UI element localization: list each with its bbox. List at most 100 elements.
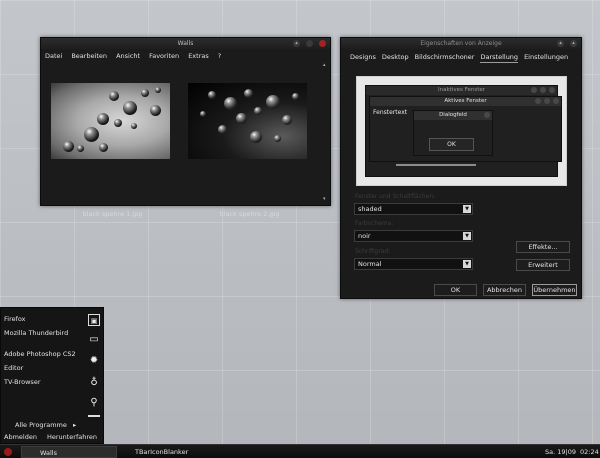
tab-designs[interactable]: Designs xyxy=(350,53,376,63)
monitor-icon[interactable]: ▭ xyxy=(88,334,100,346)
run-icon[interactable] xyxy=(88,415,100,422)
menu-favoriten[interactable]: Favoriten xyxy=(149,52,179,60)
start-item-photoshop[interactable]: Adobe Photoshop CS2 xyxy=(4,350,76,358)
preview-active-title-text: Aktives Fenster xyxy=(444,98,487,104)
close-icon[interactable]: ▴ xyxy=(570,40,577,47)
preview-controls xyxy=(484,112,490,118)
start-menu-icon-column: ▣ ▭ ✹ ♁ ⚲ xyxy=(85,311,105,424)
bubble-graphic xyxy=(63,141,74,152)
preview-divider xyxy=(396,164,476,166)
schriftgrad-select[interactable]: Normal ▼ xyxy=(354,258,473,270)
preview-window-text: Fenstertext xyxy=(373,109,408,116)
document-icon[interactable]: ▣ xyxy=(88,314,100,326)
appearance-preview: Inaktives Fenster Aktives Fenster Fenste… xyxy=(356,76,567,186)
bubble-graphic xyxy=(84,127,99,142)
props-titlebar[interactable]: Eigenschaften von Anzeige ▴ ▴ xyxy=(341,38,581,49)
file-caption[interactable]: black spehre 1.jpg xyxy=(53,210,172,218)
preview-dialog-title-text: Dialogfeld xyxy=(439,112,467,118)
start-item-tv-browser[interactable]: TV-Browser xyxy=(4,378,41,386)
chevron-down-icon[interactable]: ▼ xyxy=(463,260,471,268)
scroll-down-icon[interactable]: ▾ xyxy=(323,197,328,202)
ok-button[interactable]: OK xyxy=(434,284,477,296)
menu-extras[interactable]: Extras xyxy=(188,52,209,60)
start-button[interactable] xyxy=(4,448,12,456)
display-properties-window: Eigenschaften von Anzeige ▴ ▴ Designs De… xyxy=(340,37,582,299)
advanced-button[interactable]: Erweitert xyxy=(516,259,570,271)
tab-darstellung[interactable]: Darstellung xyxy=(480,53,519,63)
walls-window-controls: ▴ xyxy=(293,40,326,47)
tab-desktop[interactable]: Desktop xyxy=(382,53,409,63)
cancel-button[interactable]: Abbrechen xyxy=(483,284,526,296)
minimize-icon[interactable]: ▴ xyxy=(293,40,300,47)
search-icon[interactable]: ⚲ xyxy=(88,397,100,409)
apply-button[interactable]: Übernehmen xyxy=(532,284,577,296)
bubble-graphic xyxy=(77,145,84,152)
help-icon[interactable]: ▴ xyxy=(557,40,564,47)
close-icon[interactable] xyxy=(319,40,326,47)
effects-button[interactable]: Effekte... xyxy=(516,241,570,253)
preview-dialog: Dialogfeld OK xyxy=(413,110,493,156)
preview-controls xyxy=(535,98,559,104)
bubble-graphic xyxy=(208,91,216,99)
vertical-scrollbar[interactable]: ▴ ▾ xyxy=(323,63,328,202)
bubble-graphic xyxy=(282,115,292,125)
chevron-down-icon[interactable]: ▼ xyxy=(463,232,471,240)
file-thumbnail-1[interactable] xyxy=(51,83,170,159)
fenster-select[interactable]: shaded ▼ xyxy=(354,203,473,215)
maximize-icon[interactable] xyxy=(306,40,313,47)
preview-ok-button: OK xyxy=(429,138,474,151)
start-item-editor[interactable]: Editor xyxy=(4,364,23,372)
taskbar-button-walls[interactable]: Walls xyxy=(21,446,117,458)
props-window-controls: ▴ ▴ xyxy=(557,40,577,47)
menu-bearbeiten[interactable]: Bearbeiten xyxy=(71,52,107,60)
gear-icon[interactable]: ✹ xyxy=(88,355,100,367)
walls-title: Walls xyxy=(177,40,194,47)
menu-help[interactable]: ? xyxy=(218,52,221,60)
preview-inactive-title: Inaktives Fenster xyxy=(366,86,557,95)
bubble-graphic xyxy=(97,113,109,125)
scroll-up-icon[interactable]: ▴ xyxy=(323,63,328,68)
file-view: black spehre 1.jpg black spehre 2.jpg xyxy=(43,63,322,218)
preview-active-title: Aktives Fenster xyxy=(370,97,561,106)
fenster-select-value: shaded xyxy=(358,205,382,213)
farbschema-select[interactable]: noir ▼ xyxy=(354,230,473,242)
bubble-graphic xyxy=(109,91,119,101)
bubble-graphic xyxy=(141,89,149,97)
bubble-graphic xyxy=(254,107,262,115)
bubble-graphic xyxy=(150,105,161,116)
menu-ansicht[interactable]: Ansicht xyxy=(116,52,140,60)
all-programs-button[interactable]: Alle Programme ▸ xyxy=(15,421,76,429)
start-item-firefox[interactable]: Firefox xyxy=(4,315,26,323)
shutdown-button[interactable]: Herunterfahren xyxy=(47,431,97,443)
preview-controls xyxy=(531,87,555,93)
bubble-graphic xyxy=(155,87,161,93)
bubble-graphic xyxy=(99,143,108,152)
menu-datei[interactable]: Datei xyxy=(45,52,62,60)
start-item-thunderbird[interactable]: Mozilla Thunderbird xyxy=(4,329,68,337)
all-programs-label: Alle Programme xyxy=(15,421,67,429)
bubble-graphic xyxy=(292,93,299,100)
logoff-button[interactable]: Abmelden xyxy=(4,431,37,443)
tab-einstellungen[interactable]: Einstellungen xyxy=(524,53,568,63)
tab-bildschirmschoner[interactable]: Bildschirmschoner xyxy=(415,53,475,63)
bubble-graphic xyxy=(236,113,247,124)
bubble-graphic xyxy=(224,97,237,110)
walls-menubar: Datei Bearbeiten Ansicht Favoriten Extra… xyxy=(41,49,330,61)
props-title: Eigenschaften von Anzeige xyxy=(420,40,502,47)
bubble-graphic xyxy=(244,89,253,98)
walls-window: Walls ▴ Datei Bearbeiten Ansicht Favorit… xyxy=(40,37,331,218)
chevron-down-icon[interactable]: ▼ xyxy=(463,205,471,213)
lightbulb-icon[interactable]: ♁ xyxy=(88,377,100,389)
preview-inactive-title-text: Inaktives Fenster xyxy=(438,87,485,93)
file-thumbnail-2[interactable] xyxy=(188,83,307,159)
taskbar-time: 02:24 xyxy=(580,448,599,456)
schriftgrad-select-value: Normal xyxy=(358,260,382,268)
chevron-right-icon: ▸ xyxy=(72,421,77,429)
start-menu-footer: Abmelden Herunterfahren xyxy=(1,431,103,443)
walls-titlebar[interactable]: Walls ▴ xyxy=(41,38,330,49)
bubble-graphic xyxy=(266,95,280,109)
preview-dialog-title: Dialogfeld xyxy=(414,111,492,120)
taskbar-button-tbariconblanker[interactable]: TBarIconBlanker xyxy=(132,446,228,458)
file-caption[interactable]: black spehre 2.jpg xyxy=(190,210,309,218)
bubble-graphic xyxy=(218,125,227,134)
